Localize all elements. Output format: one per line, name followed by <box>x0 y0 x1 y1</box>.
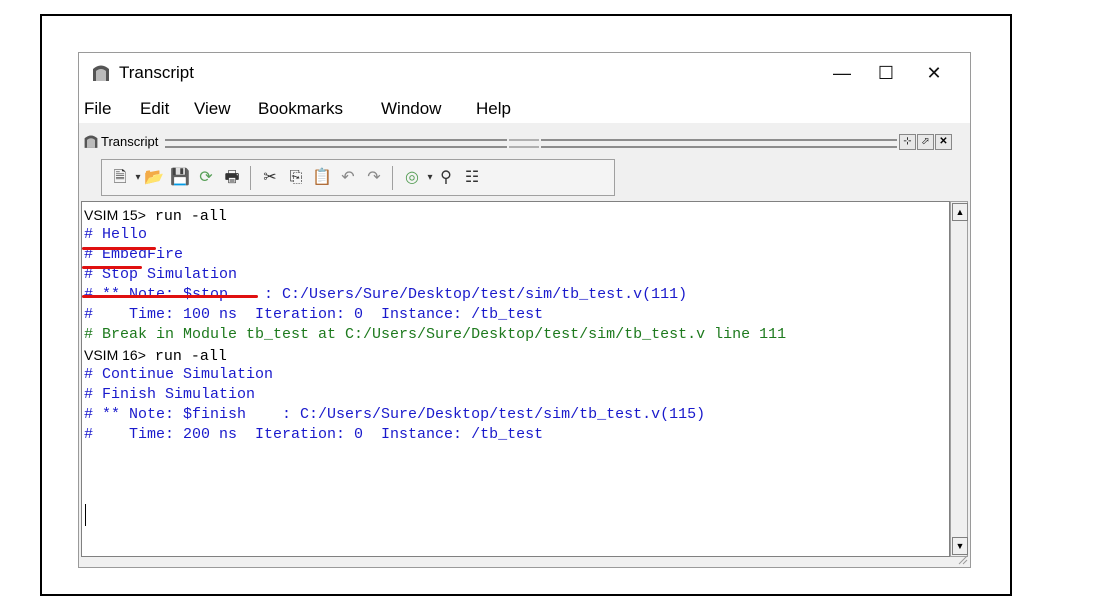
prompt-label: VSIM 16> <box>84 347 146 363</box>
vertical-scrollbar[interactable]: ▲ ▼ <box>950 201 968 557</box>
panel-undock-button[interactable]: ⬀ <box>917 134 934 150</box>
undo-icon[interactable]: ↶ <box>338 168 358 188</box>
close-button[interactable]: ✕ <box>912 53 956 93</box>
red-underline-annotation <box>82 266 142 269</box>
transcript-line: VSIM 16> run -all <box>84 345 227 365</box>
red-underline-annotation <box>82 247 156 250</box>
transcript-line: # Continue Simulation <box>84 366 274 383</box>
redo-icon[interactable]: ↷ <box>364 168 384 188</box>
menu-help[interactable]: Help <box>476 99 511 119</box>
menu-bar: File Edit View Bookmarks Window Help <box>79 93 970 123</box>
toolbar: 🗎 ▾ 📂 💾 ⟳ 🖶 ✂ ⎘ 📋 ↶ ↷ ◎ ▾ ⚲ ☷ <box>101 159 615 196</box>
minimize-button[interactable]: — <box>820 53 864 93</box>
panel-drag-handle[interactable] <box>509 139 539 148</box>
menu-file[interactable]: File <box>84 99 111 119</box>
toolbar-separator <box>250 166 251 190</box>
resize-grip-icon[interactable] <box>956 553 968 565</box>
app-icon <box>91 64 111 87</box>
panel-drag-grip-left[interactable] <box>165 139 507 148</box>
text-cursor <box>85 504 86 526</box>
scroll-up-button[interactable]: ▲ <box>952 203 968 221</box>
panel-drag-grip-right[interactable] <box>541 139 897 148</box>
menu-edit[interactable]: Edit <box>140 99 169 119</box>
prompt-label: VSIM 15> <box>84 207 146 223</box>
maximize-button[interactable]: ☐ <box>864 53 908 93</box>
transcript-line: # ** Note: $finish : C:/Users/Sure/Deskt… <box>84 406 706 423</box>
transcript-line: VSIM 15> run -all <box>84 205 227 225</box>
menu-view[interactable]: View <box>194 99 231 119</box>
menu-window[interactable]: Window <box>381 99 441 119</box>
paste-icon[interactable]: 📋 <box>312 168 332 188</box>
open-folder-icon[interactable]: 📂 <box>144 168 164 188</box>
panel-title: Transcript <box>101 134 159 149</box>
panel-dock-button[interactable]: ⊹ <box>899 134 916 150</box>
window-title: Transcript <box>119 63 194 82</box>
transcript-line: # Time: 200 ns Iteration: 0 Instance: /t… <box>84 426 544 443</box>
title-bar: Transcript — ☐ ✕ <box>79 53 970 93</box>
new-file-icon[interactable]: 🗎 <box>110 168 130 188</box>
clear-icon[interactable]: ◎ <box>402 168 422 188</box>
find-icon[interactable]: ⚲ <box>436 168 456 188</box>
command-text: run -all <box>145 348 227 365</box>
toolbar-separator <box>392 166 393 190</box>
reload-icon[interactable]: ⟳ <box>196 168 216 188</box>
menu-bookmarks[interactable]: Bookmarks <box>258 99 343 119</box>
transcript-line: # Hello <box>84 226 148 243</box>
format-icon[interactable]: ☷ <box>462 168 482 188</box>
transcript-text-area[interactable]: VSIM 15> run -all # Hello # EmbedFire # … <box>81 201 950 557</box>
save-icon[interactable]: 💾 <box>170 168 190 188</box>
panel-close-button[interactable]: ✕ <box>935 134 952 150</box>
print-icon[interactable]: 🖶 <box>222 168 242 188</box>
command-text: run -all <box>145 208 227 225</box>
transcript-window: Transcript — ☐ ✕ File Edit View Bookmark… <box>78 52 971 568</box>
transcript-line: # Time: 100 ns Iteration: 0 Instance: /t… <box>84 306 544 323</box>
transcript-line: # Finish Simulation <box>84 386 256 403</box>
copy-icon[interactable]: ⎘ <box>286 168 306 188</box>
panel-header: Transcript ⊹ ⬀ ✕ <box>81 133 968 151</box>
transcript-line: # Break in Module tb_test at C:/Users/Su… <box>84 326 787 343</box>
panel-icon <box>83 134 99 154</box>
cut-icon[interactable]: ✂ <box>260 168 280 188</box>
red-underline-annotation <box>82 295 258 298</box>
